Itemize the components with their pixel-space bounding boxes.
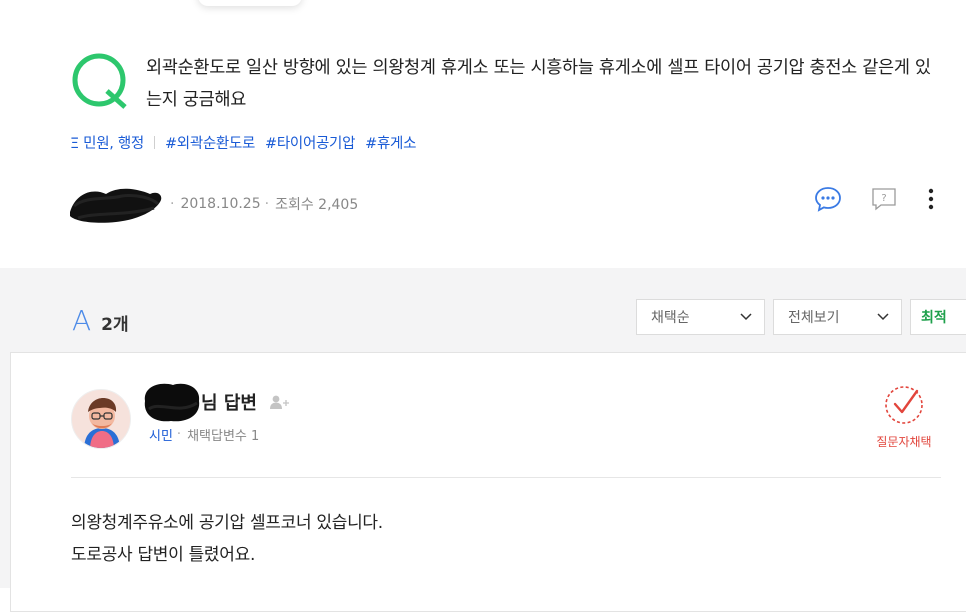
question-actions: ? [786,186,936,212]
meta-separator: · [176,427,182,442]
latest-sort-label: 최적 [921,310,947,326]
question-report-icon[interactable]: ? [870,186,898,212]
sort-select-value: 채택순 [651,310,690,326]
avatar[interactable] [71,389,131,449]
divider [71,477,941,478]
answerer-name[interactable]: 님 답변 [201,389,257,415]
redacted-author-name [70,188,162,223]
question-category-link[interactable]: Ξ 민원, 행정 [70,132,144,153]
answerer-adopted-count: 채택답변수 1 [187,429,260,444]
answerer-meta: 시민 · 채택답변수 1 [149,425,259,444]
svg-text:?: ? [881,193,886,204]
answer-sort-bar: 채택순 전체보기 최적 [636,299,966,335]
answers-section: A 2개 채택순 전체보기 최적 님 답변 시민 · 채택답변수 1 질문자채택… [0,268,966,612]
meta-separator: · [264,196,270,212]
question-q-icon [72,53,127,109]
chevron-down-icon [740,313,752,321]
answerer-name-row: 님 답변 [139,379,291,425]
filter-select[interactable]: 전체보기 [773,299,902,335]
more-vertical-icon[interactable] [926,186,936,212]
chevron-down-icon [877,313,889,321]
tag-link[interactable]: #휴게소 [365,132,416,153]
tag-link[interactable]: #타이어공기압 [265,132,355,153]
meta-separator: · [170,196,175,212]
question-date: 2018.10.25 [180,196,261,212]
answers-header: A 2개 [72,304,129,337]
answer-card: 님 답변 시민 · 채택답변수 1 질문자채택 의왕청계주유소에 공기압 셀프코… [10,352,966,612]
question-views: 조회수 2,405 [275,197,359,213]
sort-select[interactable]: 채택순 [636,299,765,335]
question-section: 외곽순환도로 일산 방향에 있는 의왕청계 휴게소 또는 시흥하늘 휴게소에 셀… [0,0,966,268]
questioner-adopt-badge: 질문자채택 [869,383,939,450]
divider [153,136,155,149]
tag-link[interactable]: #외곽순환도로 [165,132,255,153]
comment-bubble-icon[interactable] [814,186,842,212]
answers-count: 2개 [101,315,129,335]
question-author-row: · 2018.10.25 · 조회수 2,405 [66,182,358,226]
filter-select-value: 전체보기 [788,310,840,326]
top-tab-button[interactable] [198,0,302,6]
add-friend-icon[interactable] [269,394,291,410]
adopt-check-icon [885,386,923,424]
redacted-answerer-name [144,383,200,422]
answer-body: 의왕청계주유소에 공기압 셀프코너 있습니다. 도로공사 답변이 틀렸어요. [71,507,383,571]
question-tags-row: Ξ 민원, 행정 #외곽순환도로 #타이어공기압 #휴게소 [70,132,426,153]
answer-a-icon: A [72,304,92,337]
answer-line: 도로공사 답변이 틀렸어요. [71,545,256,565]
answerer-grade[interactable]: 시민 [149,425,173,444]
latest-sort-button[interactable]: 최적 [910,299,966,335]
answer-line: 의왕청계주유소에 공기압 셀프코너 있습니다. [71,513,383,533]
adopt-label: 질문자채택 [876,435,932,449]
question-title: 외곽순환도로 일산 방향에 있는 의왕청계 휴게소 또는 시흥하늘 휴게소에 셀… [146,58,931,110]
